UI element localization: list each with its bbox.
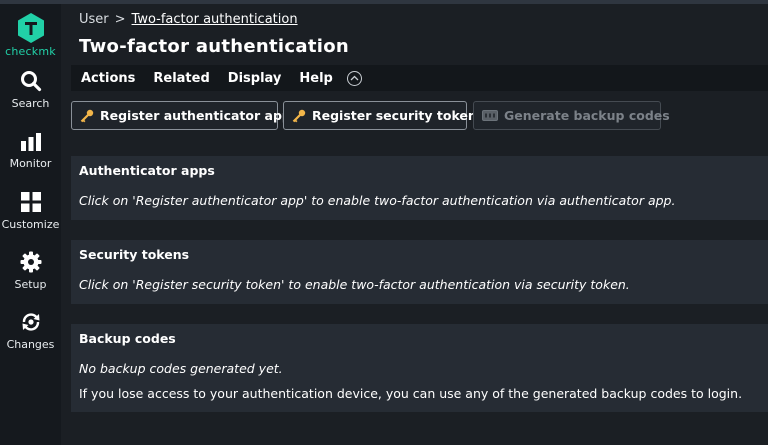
logo-text: checkmk <box>5 45 56 58</box>
breadcrumb-current-link[interactable]: Two-factor authentication <box>132 12 298 27</box>
page-menu-bar: Actions Related Display Help <box>71 65 768 91</box>
generate-backup-codes-button[interactable]: Generate backup codes <box>473 101 670 130</box>
register-security-token-button[interactable]: Register security token <box>283 101 477 130</box>
section-title: Authenticator apps <box>79 163 215 178</box>
key-icon <box>292 109 306 123</box>
section-title: Backup codes <box>79 331 176 346</box>
main-content: User > Two-factor authentication Two-facto… <box>61 4 768 445</box>
sidebar-item-label: Monitor <box>9 157 52 170</box>
backup-codes-section: Backup codes No backup codes generated y… <box>71 324 768 412</box>
authenticator-apps-section: Authenticator apps Click on 'Register au… <box>71 156 768 220</box>
menu-actions[interactable]: Actions <box>81 71 135 86</box>
sidebar-item-label: Search <box>11 97 50 110</box>
sidebar-item-customize[interactable]: Customize <box>0 191 61 231</box>
menu-display[interactable]: Display <box>228 71 282 86</box>
menu-related[interactable]: Related <box>153 71 209 86</box>
breadcrumb-separator: > <box>114 12 126 27</box>
section-text-backup-info: If you lose access to your authenticatio… <box>79 386 743 401</box>
backup-codes-icon <box>482 110 498 121</box>
section-text: Click on 'Register authenticator app' to… <box>79 193 676 208</box>
security-tokens-section: Security tokens Click on 'Register secur… <box>71 240 768 304</box>
sidebar-item-changes[interactable]: Changes <box>0 311 61 351</box>
section-text: Click on 'Register security token' to en… <box>79 277 630 292</box>
sidebar-item-setup[interactable]: Setup <box>0 251 61 291</box>
breadcrumb-root: User <box>79 12 109 27</box>
monitor-icon <box>20 133 41 151</box>
generate-backup-codes-label: Generate backup codes <box>504 108 670 123</box>
sidebar-item-label: Customize <box>1 218 60 231</box>
changes-icon <box>22 313 39 331</box>
key-icon <box>80 109 94 123</box>
checkmk-logo[interactable]: checkmk <box>0 12 61 58</box>
section-title: Security tokens <box>79 247 190 262</box>
chevron-up-icon <box>350 75 359 81</box>
customize-grid-icon <box>20 192 41 212</box>
sidebar: checkmk Search Monitor Customize Setup C… <box>0 4 61 445</box>
breadcrumb: User > Two-factor authentication <box>79 12 298 27</box>
page-title: Two-factor authentication <box>79 36 349 57</box>
checkmk-logo-icon <box>17 13 44 43</box>
search-icon <box>20 71 41 92</box>
sidebar-item-search[interactable]: Search <box>0 70 61 110</box>
sidebar-item-label: Setup <box>14 278 47 291</box>
gear-icon <box>20 251 41 273</box>
sidebar-item-label: Changes <box>6 338 55 351</box>
register-authenticator-app-button[interactable]: Register authenticator app <box>71 101 291 130</box>
menu-help[interactable]: Help <box>299 71 332 86</box>
collapse-menu-toggle[interactable] <box>346 70 362 86</box>
section-text-no-codes: No backup codes generated yet. <box>79 361 283 376</box>
register-security-token-label: Register security token <box>312 108 477 123</box>
register-authenticator-app-label: Register authenticator app <box>100 108 291 123</box>
sidebar-item-monitor[interactable]: Monitor <box>0 132 61 170</box>
